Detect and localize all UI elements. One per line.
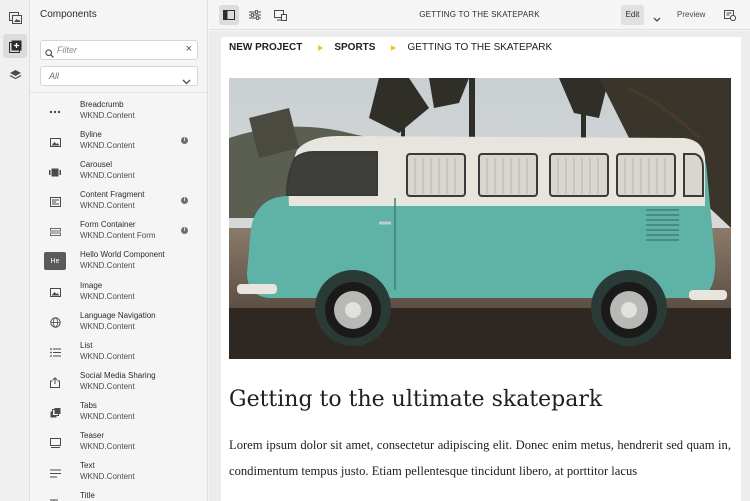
component-item-language-navigation[interactable]: Language Navigation WKND.Content: [30, 308, 207, 338]
content-tree-icon[interactable]: [3, 63, 27, 87]
component-name: Hello World Component: [80, 250, 165, 260]
divider: [30, 92, 207, 93]
form-icon: [44, 224, 66, 240]
image-icon: [44, 134, 66, 150]
component-item-list[interactable]: List WKND.Content: [30, 338, 207, 368]
components-icon[interactable]: [3, 34, 27, 58]
component-item-tabs[interactable]: Tabs WKND.Content: [30, 398, 207, 428]
chevron-down-icon: [182, 72, 191, 90]
component-item-social-media-sharing[interactable]: Social Media Sharing WKND.Content: [30, 368, 207, 398]
search-icon: [45, 45, 54, 63]
clear-icon[interactable]: ×: [186, 43, 192, 55]
component-item-title[interactable]: Title: [30, 488, 207, 501]
content-fragment-icon: [44, 194, 66, 210]
title-icon: [44, 495, 66, 501]
component-group: WKND.Content: [80, 201, 135, 211]
component-item-hello-world-component[interactable]: He Hello World Component WKND.Content: [30, 247, 207, 277]
component-item-breadcrumb[interactable]: Breadcrumb WKND.Content: [30, 97, 207, 127]
component-group: WKND.Content: [80, 351, 135, 361]
components-panel: Components Filter × All Breadcrumb WKND.C…: [30, 0, 208, 501]
breadcrumb-item[interactable]: SPORTS: [334, 42, 375, 53]
component-name: Form Container: [80, 220, 136, 230]
component-group: WKND.Content: [80, 171, 135, 181]
page-preview[interactable]: NEW PROJECT SPORTS GETTING TO THE SKATEP…: [221, 37, 741, 501]
panel-title: Components: [40, 9, 97, 20]
component-list: Breadcrumb WKND.Content Byline WKND.Content…: [30, 97, 207, 501]
component-group: WKND.Content Form: [80, 231, 156, 241]
text-icon: [44, 465, 66, 481]
component-group: WKND.Content: [80, 472, 135, 482]
component-group: WKND.Content: [80, 111, 135, 120]
breadcrumb-item[interactable]: NEW PROJECT: [229, 42, 302, 53]
info-icon[interactable]: i: [181, 137, 188, 145]
component-name: Tabs: [80, 400, 97, 410]
component-group: WKND.Content: [80, 442, 135, 452]
editor-toolbar: GETTING TO THE SKATEPARK Edit Preview: [209, 0, 750, 30]
component-item-teaser[interactable]: Teaser WKND.Content: [30, 428, 207, 458]
breadcrumb-item: GETTING TO THE SKATEPARK: [407, 42, 553, 53]
hero-image[interactable]: [229, 78, 731, 359]
breadcrumb-arrow-icon: [391, 44, 397, 51]
group-select[interactable]: All: [40, 66, 198, 86]
component-name: Carousel: [80, 160, 113, 170]
assets-icon[interactable]: [3, 6, 27, 30]
component-name: Content Fragment: [80, 190, 145, 200]
breadcrumb-dots-icon: [44, 104, 66, 120]
component-name: Byline: [80, 130, 102, 140]
component-item-carousel[interactable]: Carousel WKND.Content: [30, 157, 207, 187]
component-group: WKND.Content: [80, 411, 135, 421]
component-item-content-fragment[interactable]: Content Fragment WKND.Content i: [30, 187, 207, 217]
breadcrumb: NEW PROJECT SPORTS GETTING TO THE SKATEP…: [229, 42, 552, 53]
chevron-down-icon[interactable]: [653, 10, 661, 28]
page-title: GETTING TO THE SKATEPARK: [419, 10, 540, 19]
component-name: Title: [80, 491, 95, 501]
component-name: Teaser: [80, 431, 105, 441]
component-name: Social Media Sharing: [80, 370, 156, 380]
left-rail: [0, 0, 30, 501]
article-heading: Getting to the ultimate skatepark: [229, 387, 603, 412]
component-group: WKND.Content: [80, 291, 135, 301]
page-information-icon[interactable]: [720, 5, 740, 25]
component-item-text[interactable]: Text WKND.Content: [30, 458, 207, 488]
component-item-form-container[interactable]: Form Container WKND.Content Form i: [30, 217, 207, 247]
info-icon[interactable]: i: [181, 227, 188, 235]
hello-world-icon: He: [44, 252, 66, 271]
component-name: Language Navigation: [80, 310, 156, 320]
tabs-icon: [44, 405, 66, 421]
teaser-icon: [44, 435, 66, 451]
image-icon: [44, 285, 66, 301]
info-icon[interactable]: i: [181, 197, 188, 205]
component-group: WKND.Content: [80, 141, 135, 151]
edit-mode-button[interactable]: Edit: [621, 5, 644, 25]
component-group: WKND.Content: [80, 321, 135, 331]
filter-placeholder: Filter: [57, 45, 77, 55]
page-canvas: NEW PROJECT SPORTS GETTING TO THE SKATEP…: [209, 31, 750, 501]
share-icon: [44, 375, 66, 391]
component-item-byline[interactable]: Byline WKND.Content i: [30, 127, 207, 157]
component-group: WKND.Content: [80, 261, 135, 271]
preview-button[interactable]: Preview: [677, 10, 705, 19]
globe-icon: [44, 315, 66, 331]
component-item-image[interactable]: Image WKND.Content: [30, 278, 207, 308]
list-icon: [44, 345, 66, 361]
component-name: Text: [80, 461, 95, 471]
filter-input[interactable]: Filter ×: [40, 40, 198, 60]
component-name: Breadcrumb: [80, 100, 124, 109]
group-select-value: All: [49, 71, 60, 81]
article-body: Lorem ipsum dolor sit amet, consectetur …: [229, 438, 731, 478]
carousel-icon: [44, 164, 66, 180]
breadcrumb-arrow-icon: [318, 44, 324, 51]
component-group: WKND.Content: [80, 381, 135, 391]
component-name: List: [80, 340, 93, 350]
component-name: Image: [80, 280, 103, 290]
